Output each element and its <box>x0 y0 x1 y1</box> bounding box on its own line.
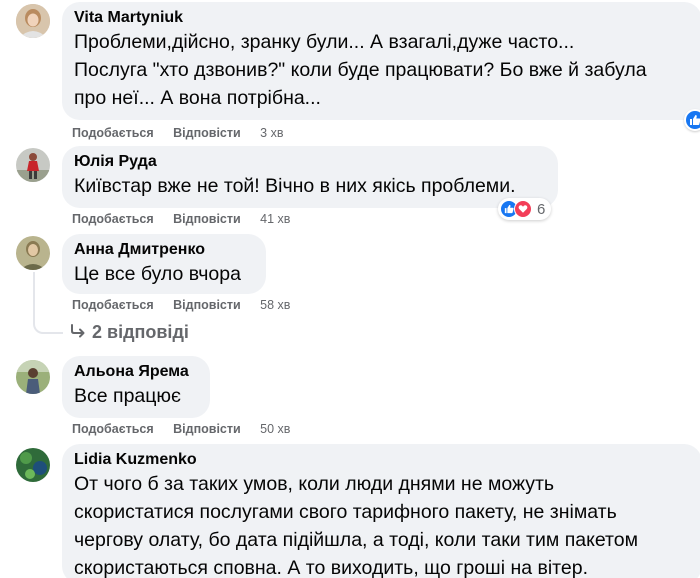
avatar-photo-icon <box>16 4 50 38</box>
comment-text: Проблеми,дійсно, зранку були... А взагал… <box>74 31 647 109</box>
avatar-photo-icon <box>16 236 50 270</box>
like-button[interactable]: Подобається <box>72 212 154 226</box>
comment-timestamp[interactable]: 41 хв <box>260 212 290 226</box>
comment-author[interactable]: Vita Martyniuk <box>74 8 690 28</box>
comment-author[interactable]: Юлія Руда <box>74 152 546 172</box>
comment-bubble: Vita Martyniuk Проблеми,дійсно, зранку б… <box>62 2 700 120</box>
reply-button[interactable]: Відповісти <box>173 298 241 312</box>
reply-arrow-icon <box>70 322 86 343</box>
view-replies-link[interactable]: 2 відповіді <box>70 322 189 343</box>
avatar[interactable] <box>16 236 50 270</box>
comment-timestamp[interactable]: 3 хв <box>260 126 283 140</box>
comment-actions: Подобається Відповісти 41 хв <box>72 212 290 226</box>
comment-author[interactable]: Lidia Kuzmenko <box>74 450 690 470</box>
comment-bubble: Альона Ярема Все працює <box>62 356 210 418</box>
reply-button[interactable]: Відповісти <box>173 212 241 226</box>
comment-bubble: Lidia Kuzmenko От чого б за таких умов, … <box>62 444 700 578</box>
like-button[interactable]: Подобається <box>72 422 154 436</box>
comment-bubble: Юлія Руда Київстар вже не той! Вічно в н… <box>62 146 558 208</box>
comment-actions: Подобається Відповісти 3 хв <box>72 126 284 140</box>
reply-button[interactable]: Відповісти <box>173 126 241 140</box>
replies-count-label: 2 відповіді <box>92 322 189 342</box>
reaction-summary[interactable]: 6 <box>498 198 552 220</box>
comment-timestamp[interactable]: 58 хв <box>260 298 290 312</box>
avatar[interactable] <box>16 4 50 38</box>
comment-timestamp[interactable]: 50 хв <box>260 422 290 436</box>
comment-text: Київстар вже не той! Вічно в них якісь п… <box>74 175 516 197</box>
comment-actions: Подобається Відповісти 50 хв <box>72 422 290 436</box>
comment-actions: Подобається Відповісти 58 хв <box>72 298 290 312</box>
comment-text: Це все було вчора <box>74 263 241 285</box>
avatar[interactable] <box>16 360 50 394</box>
reaction-count: 6 <box>537 200 546 218</box>
avatar-photo-icon <box>16 360 50 394</box>
avatar[interactable] <box>16 448 50 482</box>
comment-bubble: Анна Дмитренко Це все було вчора <box>62 234 266 294</box>
avatar-photo-icon <box>16 448 50 482</box>
comment-text: От чого б за таких умов, коли люди днями… <box>74 473 639 578</box>
like-reaction-icon[interactable] <box>684 109 700 131</box>
reply-button[interactable]: Відповісти <box>173 422 241 436</box>
avatar[interactable] <box>16 148 50 182</box>
comment-author[interactable]: Альона Ярема <box>74 362 198 382</box>
comment-author[interactable]: Анна Дмитренко <box>74 240 254 260</box>
like-button[interactable]: Подобається <box>72 126 154 140</box>
love-icon <box>514 200 532 218</box>
like-button[interactable]: Подобається <box>72 298 154 312</box>
comment-text: Все працює <box>74 385 182 407</box>
thread-connector <box>33 310 63 334</box>
avatar-photo-icon <box>16 148 50 182</box>
